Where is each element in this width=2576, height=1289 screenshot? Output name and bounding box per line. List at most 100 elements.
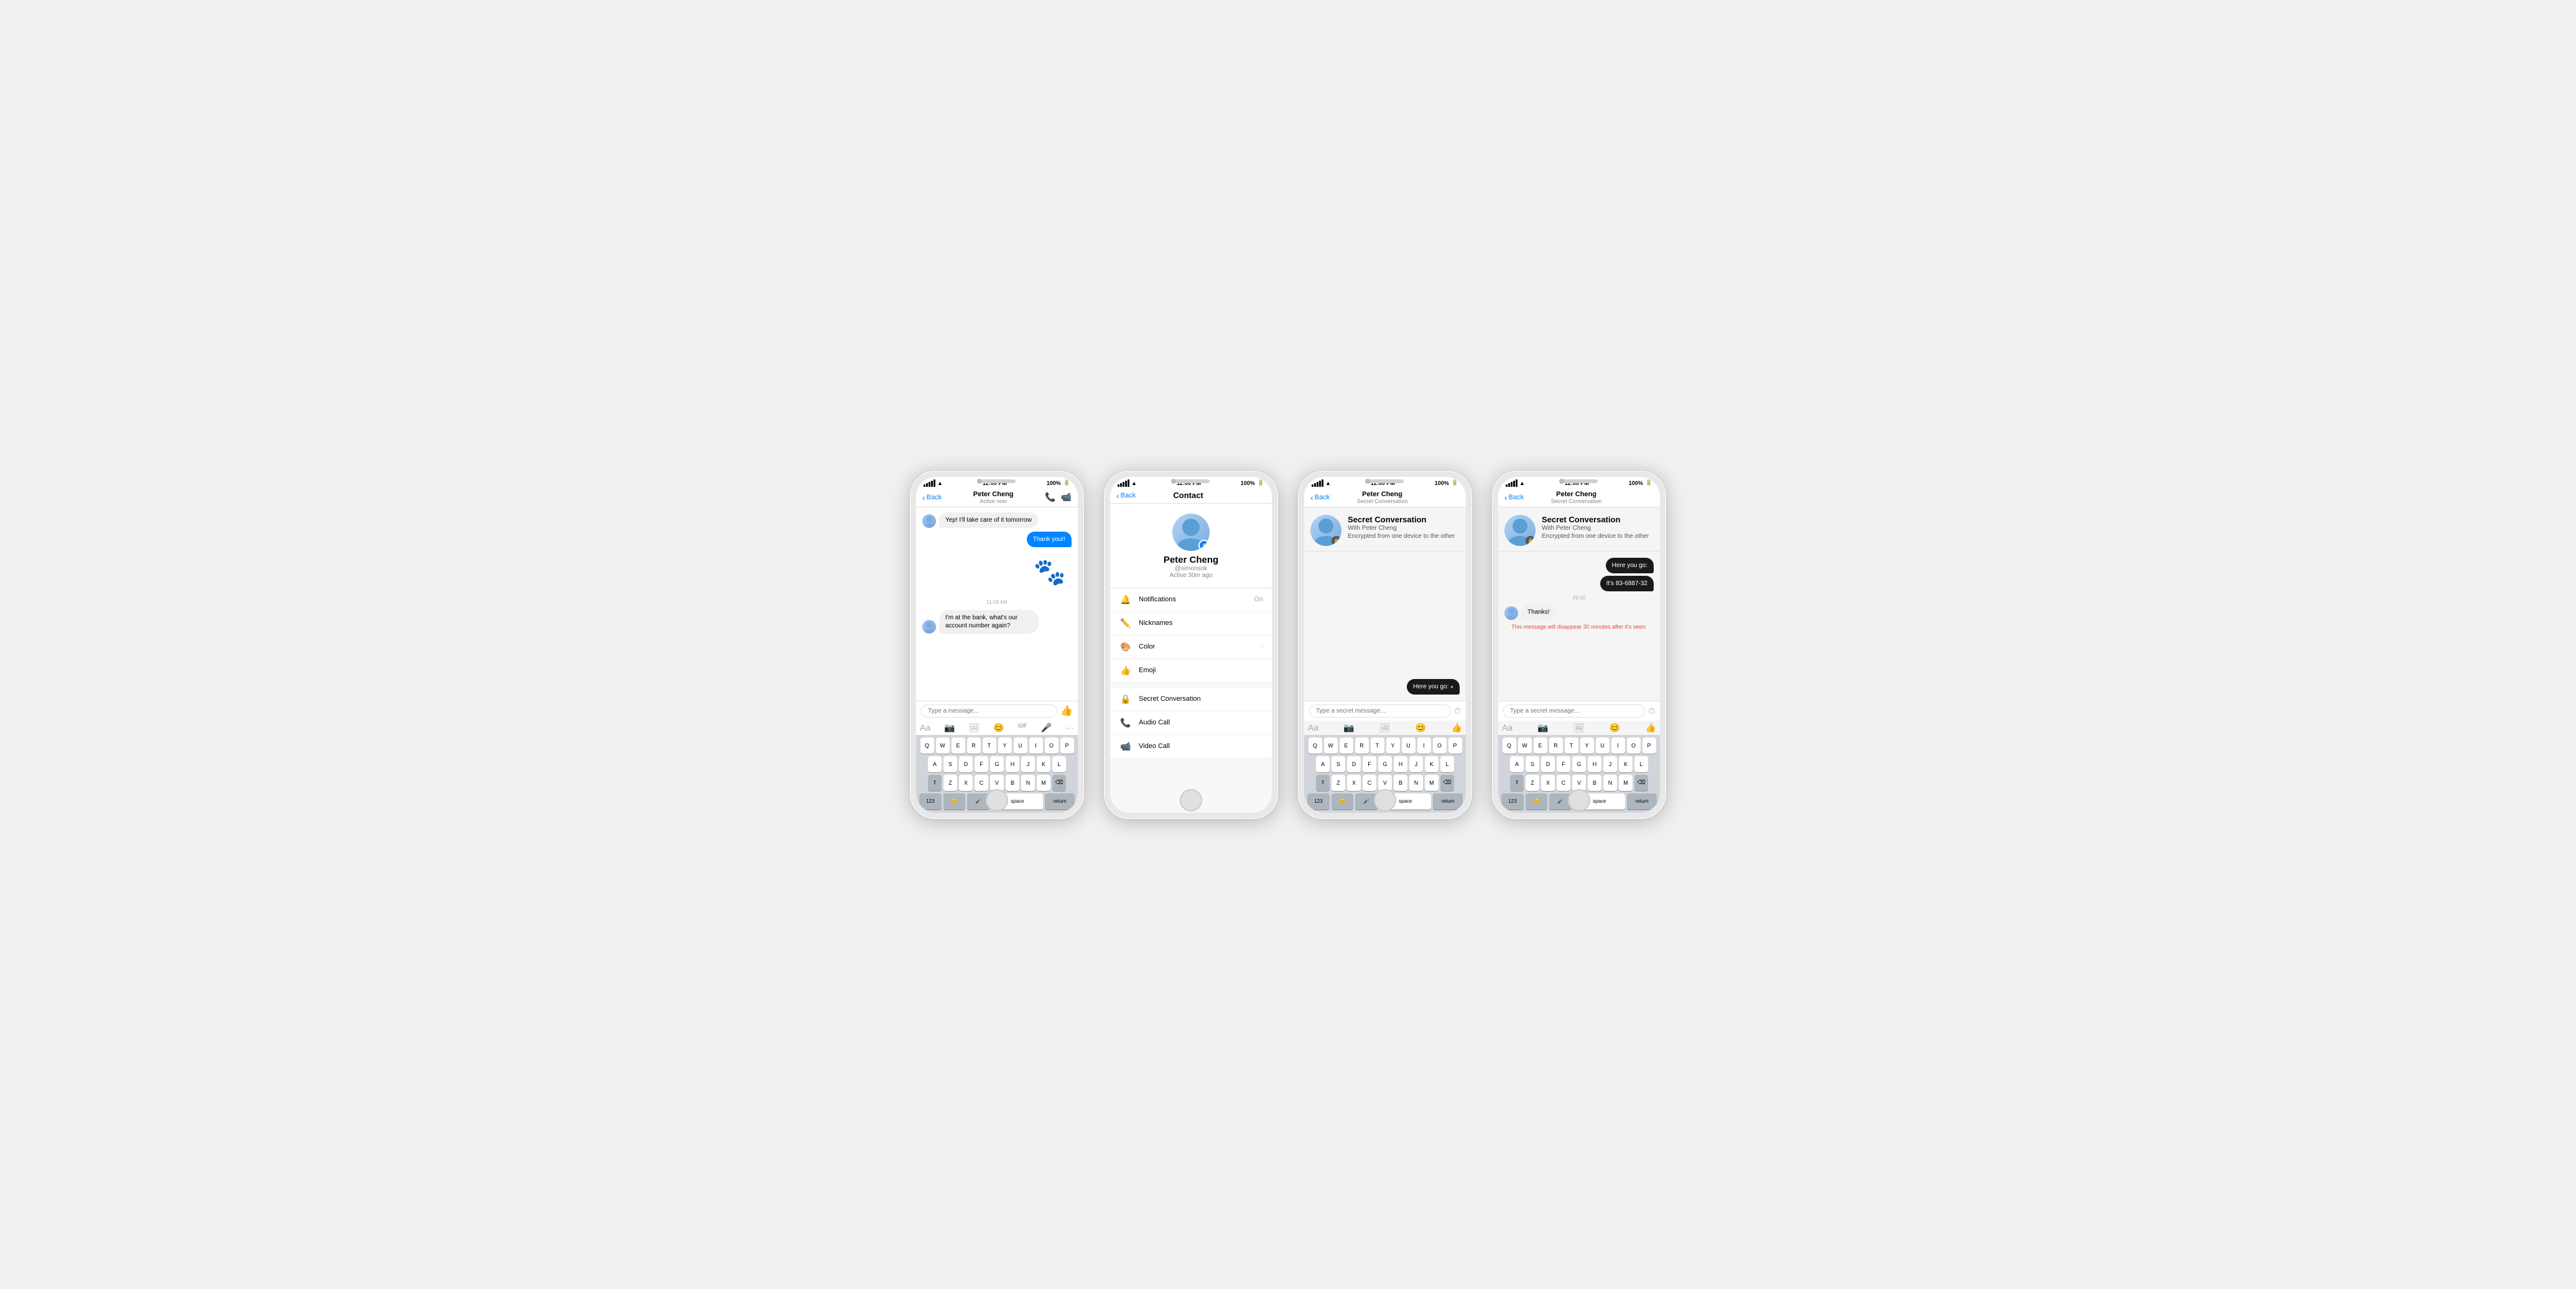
key-x-3[interactable]: X	[1347, 775, 1361, 791]
key-w-3[interactable]: W	[1324, 737, 1338, 754]
key-a-4[interactable]: A	[1510, 756, 1524, 772]
phone-home-button-3[interactable]	[1374, 789, 1396, 811]
key-m-4[interactable]: M	[1619, 775, 1633, 791]
key-e[interactable]: E	[952, 737, 965, 754]
key-f-4[interactable]: F	[1557, 756, 1570, 772]
camera-icon-4[interactable]: 📷	[1537, 723, 1548, 733]
menu-audio-call[interactable]: 📞 Audio Call	[1110, 711, 1272, 735]
call-icon-1[interactable]: 📞	[1045, 492, 1055, 502]
thumbs-up-icon-1[interactable]: 👍	[1060, 705, 1073, 717]
key-y[interactable]: Y	[998, 737, 1012, 754]
key-123[interactable]: 123	[919, 793, 942, 810]
key-a-3[interactable]: A	[1316, 756, 1330, 772]
image-icon-1[interactable]: 🖼	[968, 723, 980, 733]
key-return[interactable]: return	[1045, 793, 1075, 810]
key-f[interactable]: F	[975, 756, 988, 772]
key-return-3[interactable]: return	[1433, 793, 1463, 810]
key-123-4[interactable]: 123	[1501, 793, 1524, 810]
key-p[interactable]: P	[1060, 737, 1074, 754]
key-t-4[interactable]: T	[1565, 737, 1578, 754]
key-n-4[interactable]: N	[1603, 775, 1617, 791]
key-t[interactable]: T	[983, 737, 996, 754]
key-l[interactable]: L	[1052, 756, 1066, 772]
back-button-4[interactable]: ‹ Back	[1504, 492, 1524, 502]
key-p-4[interactable]: P	[1642, 737, 1656, 754]
camera-icon-3[interactable]: 📷	[1343, 723, 1354, 733]
key-l-3[interactable]: L	[1440, 756, 1454, 772]
menu-color[interactable]: 🎨 Color ›	[1110, 635, 1272, 659]
key-k-4[interactable]: K	[1619, 756, 1633, 772]
key-shift[interactable]: ⇧	[928, 775, 942, 791]
emoji-icon-3[interactable]: 😊	[1415, 723, 1426, 733]
key-f-3[interactable]: F	[1363, 756, 1376, 772]
key-j-3[interactable]: J	[1409, 756, 1423, 772]
menu-nicknames[interactable]: ✏️ Nicknames	[1110, 612, 1272, 635]
key-123-3[interactable]: 123	[1307, 793, 1330, 810]
menu-secret-conversation[interactable]: 🔒 Secret Conversation	[1110, 688, 1272, 711]
mic-icon-1[interactable]: 🎤	[1041, 723, 1052, 733]
phone-home-button[interactable]	[986, 789, 1008, 811]
menu-emoji[interactable]: 👍 Emoji	[1110, 659, 1272, 683]
key-r-3[interactable]: R	[1355, 737, 1369, 754]
key-x[interactable]: X	[959, 775, 973, 791]
key-q-3[interactable]: Q	[1309, 737, 1322, 754]
key-k-3[interactable]: K	[1425, 756, 1439, 772]
key-m-3[interactable]: M	[1425, 775, 1439, 791]
key-c-3[interactable]: C	[1363, 775, 1376, 791]
key-b-4[interactable]: B	[1588, 775, 1601, 791]
key-q-4[interactable]: Q	[1503, 737, 1516, 754]
key-u[interactable]: U	[1014, 737, 1027, 754]
key-c[interactable]: C	[975, 775, 988, 791]
key-m[interactable]: M	[1037, 775, 1050, 791]
key-shift-4[interactable]: ⇧	[1510, 775, 1524, 791]
key-x-4[interactable]: X	[1541, 775, 1555, 791]
key-h-4[interactable]: H	[1588, 756, 1601, 772]
key-r[interactable]: R	[967, 737, 981, 754]
menu-notifications[interactable]: 🔔 Notifications On	[1110, 588, 1272, 612]
key-i-3[interactable]: I	[1417, 737, 1431, 754]
key-s[interactable]: S	[943, 756, 957, 772]
back-button-2[interactable]: ‹ Back	[1116, 491, 1136, 501]
thumbsup-icon-3[interactable]: 👍	[1452, 723, 1462, 733]
key-g-3[interactable]: G	[1378, 756, 1392, 772]
secret-message-input-3[interactable]	[1309, 705, 1451, 718]
key-j-4[interactable]: J	[1603, 756, 1617, 772]
key-delete[interactable]: ⌫	[1052, 775, 1066, 791]
key-o[interactable]: O	[1045, 737, 1059, 754]
key-q[interactable]: Q	[920, 737, 934, 754]
key-l-4[interactable]: L	[1634, 756, 1648, 772]
key-return-4[interactable]: return	[1627, 793, 1657, 810]
key-o-3[interactable]: O	[1433, 737, 1447, 754]
key-u-3[interactable]: U	[1402, 737, 1415, 754]
key-e-3[interactable]: E	[1340, 737, 1353, 754]
key-h[interactable]: H	[1006, 756, 1019, 772]
key-o-4[interactable]: O	[1627, 737, 1641, 754]
secret-message-input-4[interactable]	[1503, 705, 1645, 718]
key-e-4[interactable]: E	[1534, 737, 1547, 754]
key-t-3[interactable]: T	[1371, 737, 1384, 754]
timer-icon-4[interactable]: ⏱	[1648, 706, 1655, 716]
message-input-1[interactable]	[921, 705, 1057, 718]
key-a[interactable]: A	[928, 756, 942, 772]
key-s-3[interactable]: S	[1332, 756, 1345, 772]
key-k[interactable]: K	[1037, 756, 1050, 772]
back-button-3[interactable]: ‹ Back	[1310, 492, 1330, 502]
emoji-icon-4[interactable]: 😊	[1610, 723, 1620, 733]
key-z[interactable]: Z	[943, 775, 957, 791]
key-z-4[interactable]: Z	[1526, 775, 1539, 791]
key-z-3[interactable]: Z	[1332, 775, 1345, 791]
key-n[interactable]: N	[1021, 775, 1035, 791]
image-icon-3[interactable]: 🖼	[1379, 723, 1391, 733]
font-icon-4[interactable]: Aa	[1502, 723, 1513, 733]
gif-icon-1[interactable]: GIF	[1018, 723, 1027, 733]
key-i[interactable]: I	[1029, 737, 1043, 754]
key-i-4[interactable]: I	[1611, 737, 1625, 754]
key-s-4[interactable]: S	[1526, 756, 1539, 772]
key-y-3[interactable]: Y	[1386, 737, 1400, 754]
font-icon-1[interactable]: Aa	[920, 723, 930, 733]
key-h-3[interactable]: H	[1394, 756, 1407, 772]
key-w-4[interactable]: W	[1518, 737, 1532, 754]
key-b-3[interactable]: B	[1394, 775, 1407, 791]
key-g-4[interactable]: G	[1572, 756, 1586, 772]
key-delete-3[interactable]: ⌫	[1440, 775, 1454, 791]
